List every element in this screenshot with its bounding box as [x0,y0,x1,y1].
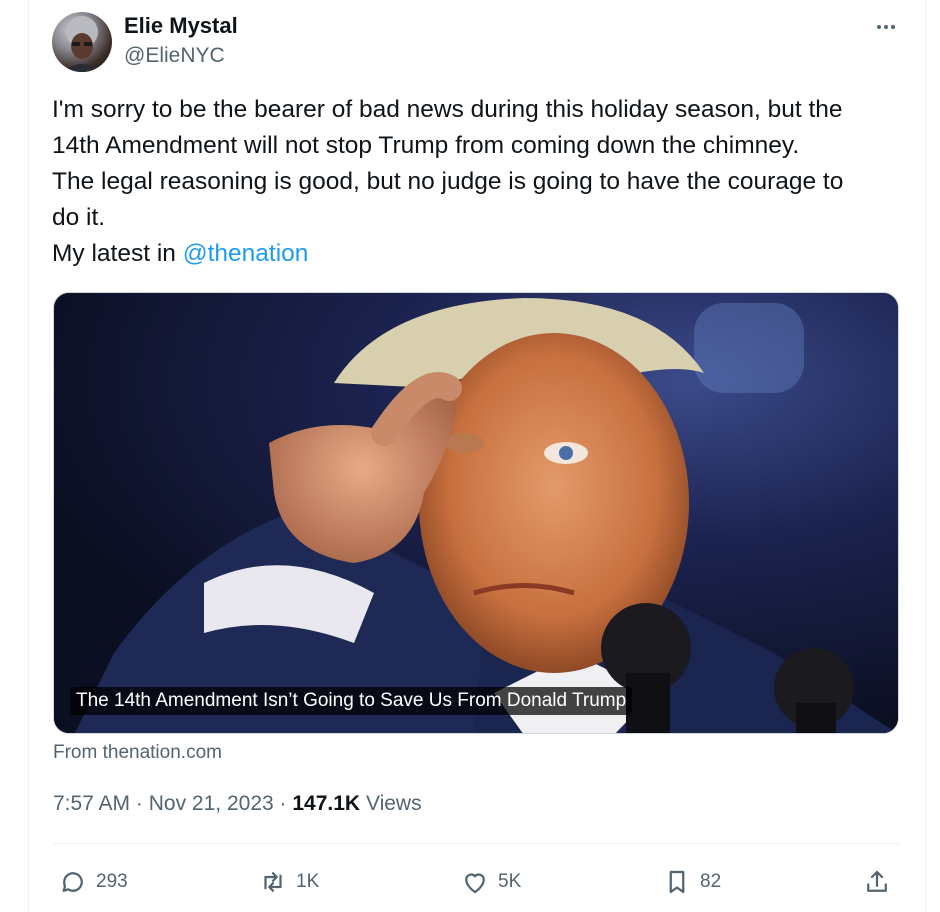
bookmark-icon [662,867,692,897]
tweet-text-line: do it. [52,204,106,231]
card-image [54,293,898,733]
meta-separator: · [279,792,287,815]
tweet-time[interactable]: 7:57 AM [53,792,130,815]
reply-count: 293 [96,871,128,892]
author-name[interactable]: Elie Mystal [124,12,238,40]
repost-count: 1K [296,871,320,892]
repost-icon [258,867,288,897]
tweet-text: I'm sorry to be the bearer of bad news d… [52,92,912,272]
meta-separator: · [135,792,143,815]
latest-prefix: My latest in [52,240,176,267]
views-label: Views [365,792,422,815]
like-count: 5K [498,871,522,892]
card-headline: The 14th Amendment Isn’t Going to Save U… [70,687,633,715]
tweet-meta: 7:57 AM · Nov 21, 2023 · 147.1K Views [53,790,422,818]
share-button[interactable] [862,862,892,902]
mention-link[interactable]: @thenation [183,240,309,267]
reply-icon [58,867,88,897]
link-card[interactable]: The 14th Amendment Isn’t Going to Save U… [53,292,899,734]
tweet-text-line: My latest in @thenation [52,236,912,272]
share-icon [862,867,892,897]
action-bar: 293 1K 5K 82 [0,862,940,902]
card-source[interactable]: From thenation.com [53,740,222,766]
tweet-date[interactable]: Nov 21, 2023 [149,792,274,815]
author-handle[interactable]: @ElieNYC [124,42,225,70]
tweet-text-line: I'm sorry to be the bearer of bad news d… [52,96,843,123]
tweet-text-line: The legal reasoning is good, but no judg… [52,168,844,195]
divider [53,843,901,844]
reply-button[interactable]: 293 [58,862,128,902]
bookmark-count: 82 [700,871,722,892]
repost-button[interactable]: 1K [258,862,319,902]
like-button[interactable]: 5K [460,862,521,902]
like-icon [460,867,490,897]
more-icon[interactable] [868,12,904,42]
tweet-text-line: 14th Amendment will not stop Trump from … [52,132,800,159]
views-count: 147.1K [292,792,361,815]
bookmark-button[interactable]: 82 [662,862,721,902]
avatar[interactable] [52,12,112,72]
